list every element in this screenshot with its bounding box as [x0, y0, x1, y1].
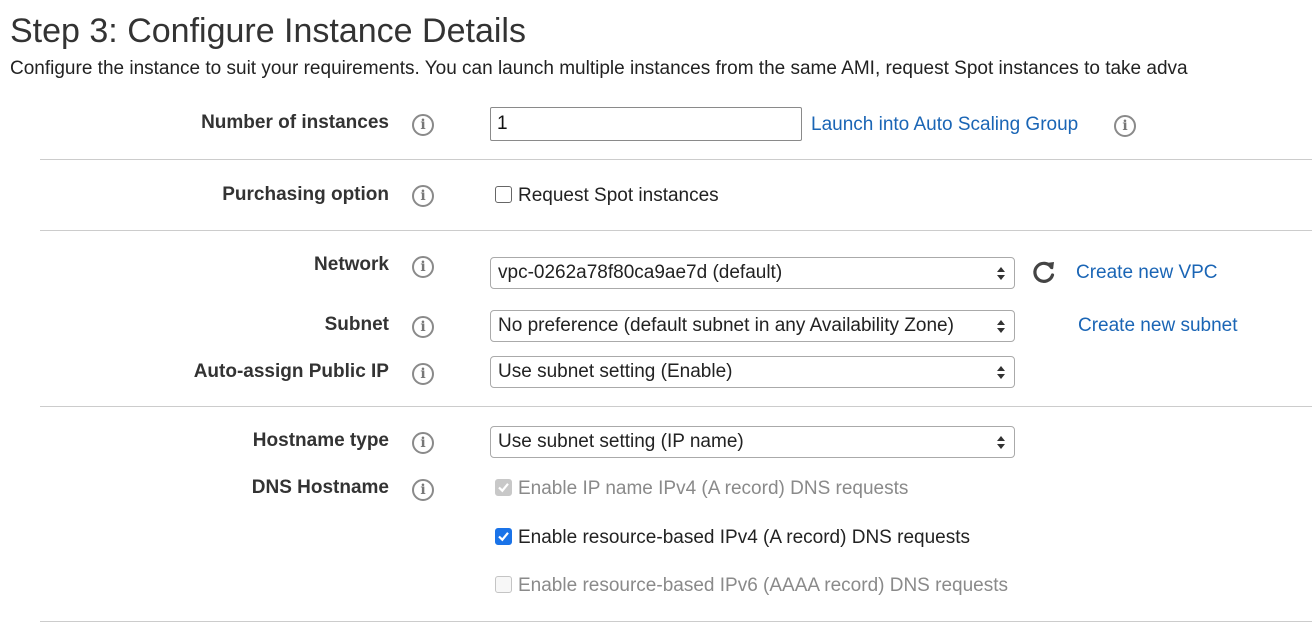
network-label: Network: [314, 254, 389, 275]
info-icon[interactable]: i: [412, 479, 434, 501]
page-title: Step 3: Configure Instance Details: [10, 12, 526, 50]
network-selected-value: vpc-0262a78f80ca9ae7d (default): [498, 262, 783, 283]
request-spot-label: Request Spot instances: [518, 185, 719, 206]
ip-name-ipv4-label: Enable IP name IPv4 (A record) DNS reque…: [518, 478, 909, 499]
subnet-label: Subnet: [324, 314, 389, 335]
resource-ipv6-checkbox: [495, 576, 512, 593]
hostname-type-label: Hostname type: [252, 430, 389, 451]
auto-assign-public-ip-select[interactable]: Use subnet setting (Enable): [490, 356, 1015, 388]
section-divider: [40, 230, 1312, 231]
create-new-subnet-link[interactable]: Create new subnet: [1078, 315, 1238, 337]
resource-ipv4-checkbox[interactable]: [495, 528, 512, 545]
auto-assign-public-ip-label: Auto-assign Public IP: [193, 361, 389, 382]
select-arrows-icon: [997, 436, 1005, 449]
info-icon[interactable]: i: [412, 185, 434, 207]
resource-ipv6-label: Enable resource-based IPv6 (AAAA record)…: [518, 575, 1009, 596]
ip-name-ipv4-checkbox: [495, 479, 512, 496]
dns-hostname-label: DNS Hostname: [251, 477, 389, 498]
subnet-selected-value: No preference (default subnet in any Ava…: [498, 315, 954, 336]
subnet-select[interactable]: No preference (default subnet in any Ava…: [490, 310, 1015, 342]
number-of-instances-input[interactable]: [490, 107, 802, 141]
info-icon[interactable]: i: [412, 114, 434, 136]
info-icon[interactable]: i: [1114, 115, 1136, 137]
auto-assign-public-ip-selected-value: Use subnet setting (Enable): [498, 361, 733, 382]
info-icon[interactable]: i: [412, 363, 434, 385]
checkmark-icon: [498, 483, 509, 493]
select-arrows-icon: [997, 267, 1005, 280]
request-spot-checkbox[interactable]: [495, 186, 512, 203]
section-divider: [40, 159, 1312, 160]
create-new-vpc-link[interactable]: Create new VPC: [1076, 262, 1218, 284]
network-select[interactable]: vpc-0262a78f80ca9ae7d (default): [490, 257, 1015, 289]
info-icon[interactable]: i: [412, 432, 434, 454]
page-description: Configure the instance to suit your requ…: [10, 58, 1188, 79]
section-divider: [40, 406, 1312, 407]
select-arrows-icon: [997, 366, 1005, 379]
refresh-icon[interactable]: [1030, 258, 1058, 286]
info-icon[interactable]: i: [412, 316, 434, 338]
hostname-type-select[interactable]: Use subnet setting (IP name): [490, 426, 1015, 458]
section-divider: [40, 621, 1312, 622]
checkmark-icon: [498, 532, 509, 542]
info-icon[interactable]: i: [412, 256, 434, 278]
number-of-instances-label: Number of instances: [201, 112, 389, 133]
launch-auto-scaling-link[interactable]: Launch into Auto Scaling Group: [811, 114, 1078, 136]
select-arrows-icon: [997, 320, 1005, 333]
resource-ipv4-label: Enable resource-based IPv4 (A record) DN…: [518, 527, 970, 548]
hostname-type-selected-value: Use subnet setting (IP name): [498, 431, 744, 452]
purchasing-option-label: Purchasing option: [222, 184, 389, 205]
